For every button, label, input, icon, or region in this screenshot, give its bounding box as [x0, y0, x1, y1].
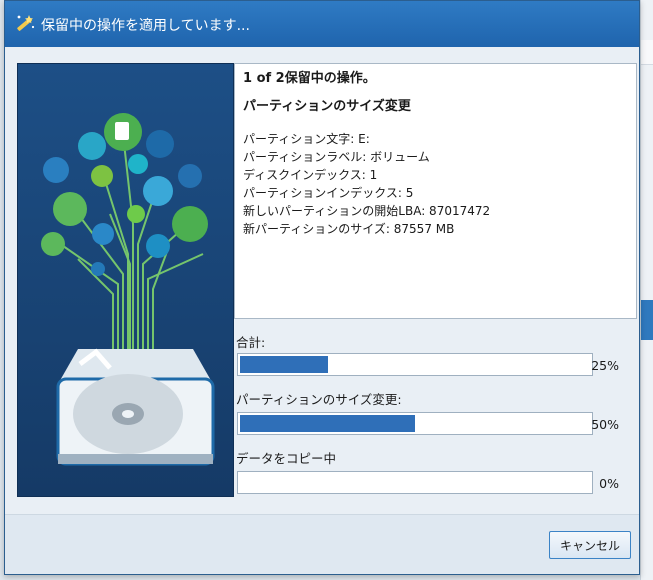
total-progress-percent: 25%	[591, 358, 619, 373]
total-progress-fill	[240, 356, 328, 373]
cancel-button[interactable]: キャンセル	[549, 531, 631, 559]
detail-disk-index: ディスクインデックス: 1	[243, 168, 378, 182]
apply-operations-dialog: 保留中の操作を適用しています... 1 of 2保留中の操作。 パーティションの…	[4, 0, 640, 575]
detail-partition-index: パーティションインデックス: 5	[243, 186, 414, 200]
resize-progress-percent: 50%	[591, 417, 619, 432]
wand-icon	[14, 13, 36, 35]
title-bar[interactable]: 保留中の操作を適用しています...	[5, 1, 639, 47]
total-progress-bar	[237, 353, 593, 376]
resize-progress-label: パーティションのサイズ変更:	[236, 392, 402, 407]
copy-progress-label: データをコピー中	[236, 451, 337, 466]
detail-start-lba: 新しいパーティションの開始LBA: 87017472	[243, 204, 491, 218]
operation-counter: 1 of 2保留中の操作。	[243, 71, 376, 86]
detail-partition-letter: パーティション文字: E:	[243, 132, 370, 146]
dialog-footer: キャンセル	[5, 515, 639, 574]
operation-name: パーティションのサイズ変更	[243, 99, 411, 114]
resize-progress-fill	[240, 415, 415, 432]
total-progress-label: 合計:	[236, 335, 266, 350]
dialog-title: 保留中の操作を適用しています...	[41, 18, 250, 34]
resize-progress-bar	[237, 412, 593, 435]
background-window-edge	[640, 0, 653, 580]
copy-progress-bar	[237, 471, 593, 494]
detail-partition-label: パーティションラベル: ボリューム	[243, 150, 430, 164]
operation-info-panel: 1 of 2保留中の操作。 パーティションのサイズ変更 パーティション文字: E…	[234, 63, 637, 319]
disk-illustration	[17, 63, 234, 497]
detail-new-size: 新パーティションのサイズ: 87557 MB	[243, 222, 455, 236]
copy-progress-percent: 0%	[599, 476, 619, 491]
background-accent	[641, 300, 653, 340]
background-panel	[641, 40, 653, 65]
